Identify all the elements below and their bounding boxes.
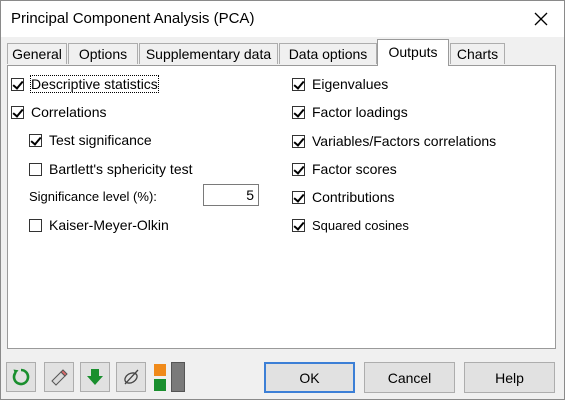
eraser-button[interactable] [44,362,74,392]
checkbox-label: Contributions [312,189,395,205]
tab-general[interactable]: General [7,43,67,64]
eraser-icon [51,369,68,386]
checkbox-box [11,105,24,119]
significance-level-input[interactable]: 5 [203,184,259,206]
tab-charts[interactable]: Charts [450,43,505,64]
checkbox-box [29,162,42,176]
dialog-title: Principal Component Analysis (PCA) [11,10,255,27]
clear-selection-button[interactable] [116,362,146,392]
checkbox-label: Factor scores [312,161,397,177]
bartlett-sphericity-checkbox[interactable]: Bartlett's sphericity test [29,159,193,179]
reset-icon [12,368,30,386]
reset-button[interactable] [6,362,36,392]
download-arrow-icon [87,369,103,385]
title-bar: Principal Component Analysis (PCA) [1,1,564,37]
checkbox-label: Test significance [49,132,152,148]
checkbox-box [292,77,305,91]
checkbox-box [29,133,42,147]
checkbox-label: Eigenvalues [312,76,389,92]
toggle-icon-group[interactable] [153,363,167,392]
factor-loadings-checkbox[interactable]: Factor loadings [292,102,408,122]
tab-data-options[interactable]: Data options [279,43,377,64]
checkbox-box [29,218,42,232]
ok-button[interactable]: OK [264,362,355,393]
pca-dialog: Principal Component Analysis (PCA) Gener… [0,0,565,400]
descriptive-statistics-checkbox[interactable]: Descriptive statistics [11,74,159,94]
checkbox-box [11,77,24,91]
checkbox-box [292,162,305,176]
variables-factors-correlations-checkbox[interactable]: Variables/Factors correlations [292,131,496,151]
tab-options[interactable]: Options [68,43,138,64]
clear-selection-icon [124,369,139,385]
checkbox-label: Bartlett's sphericity test [49,161,193,177]
correlations-checkbox[interactable]: Correlations [11,102,106,122]
checkbox-label: Factor loadings [312,104,408,120]
close-button[interactable] [518,1,564,37]
close-icon [534,12,548,26]
factor-scores-checkbox[interactable]: Factor scores [292,159,397,179]
checkbox-label: Correlations [31,104,107,120]
cancel-button[interactable]: Cancel [364,362,455,393]
squared-cosines-checkbox[interactable]: Squared cosines [292,215,409,235]
tab-bar: General Options Supplementary data Data … [1,39,564,66]
checkbox-box [292,134,305,148]
contributions-checkbox[interactable]: Contributions [292,187,395,207]
test-significance-checkbox[interactable]: Test significance [29,130,152,150]
help-button[interactable]: Help [464,362,555,393]
splitter-handle[interactable] [171,362,185,392]
checkbox-box [292,190,305,204]
checkbox-label: Variables/Factors correlations [312,133,497,149]
checkbox-label: Kaiser-Meyer-Olkin [49,217,169,233]
significance-level-label: Significance level (%): [29,189,157,204]
tab-outputs[interactable]: Outputs [377,39,449,66]
checkbox-label: Squared cosines [312,217,409,233]
checkbox-label: Descriptive statistics [30,75,159,93]
checkbox-box [292,105,305,119]
checkbox-box [292,218,305,232]
load-button[interactable] [80,362,110,392]
tab-supplementary-data[interactable]: Supplementary data [139,43,278,64]
eigenvalues-checkbox[interactable]: Eigenvalues [292,74,388,94]
orange-green-blocks-icon [154,364,166,391]
kaiser-meyer-olkin-checkbox[interactable]: Kaiser-Meyer-Olkin [29,215,169,235]
